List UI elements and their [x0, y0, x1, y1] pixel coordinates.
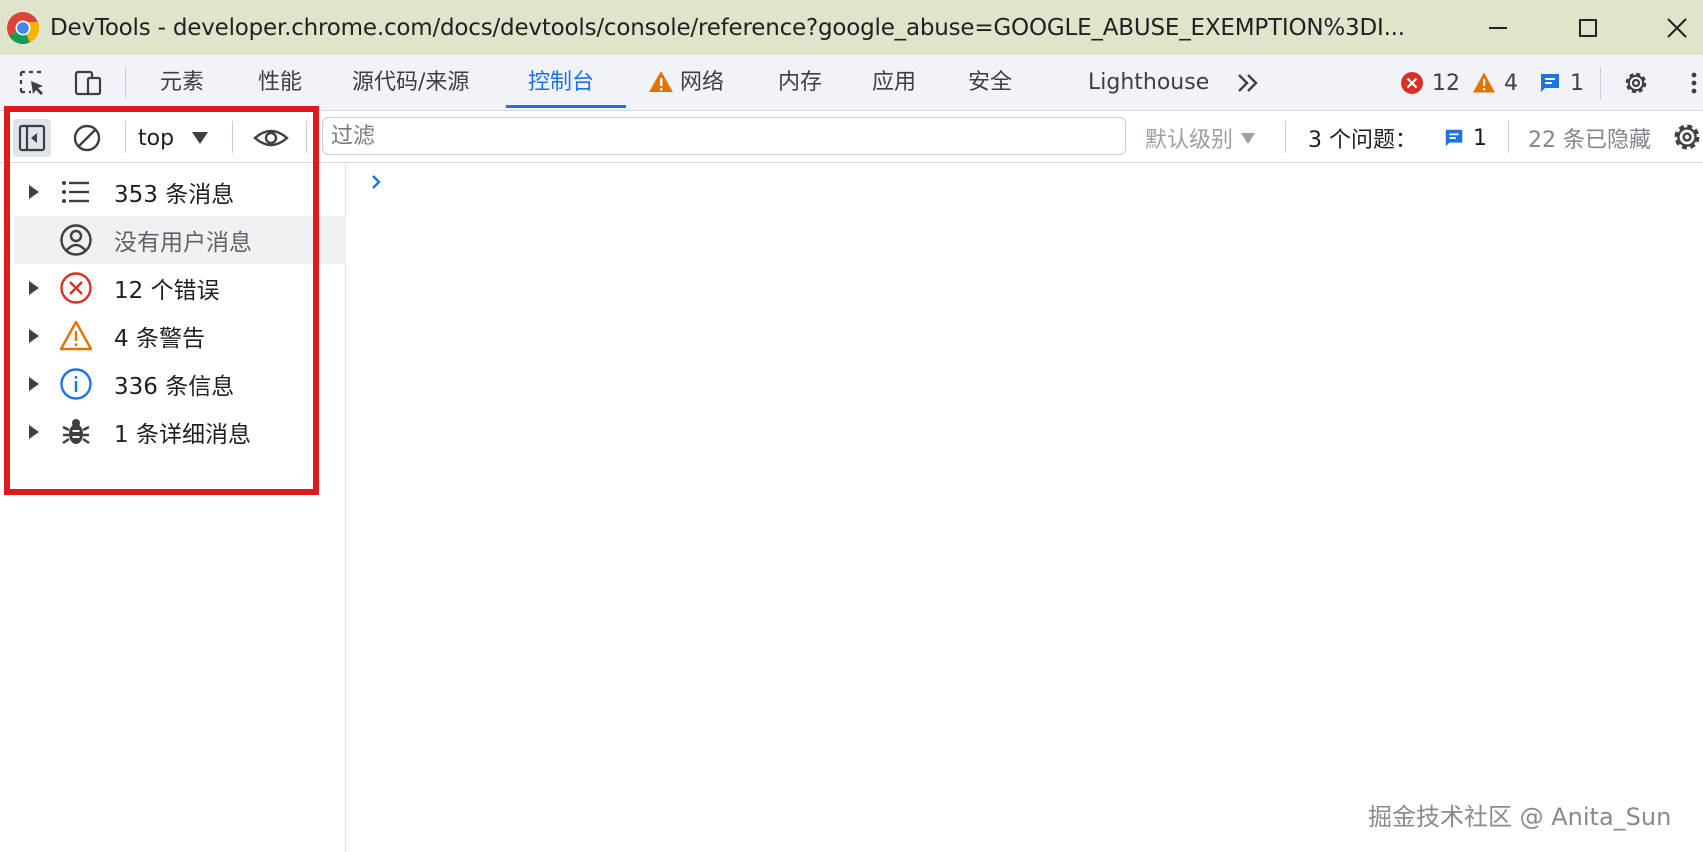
- context-selector[interactable]: top: [138, 119, 209, 157]
- issue-message-icon: [1541, 74, 1559, 92]
- issues-label: 3 个问题：: [1308, 128, 1417, 153]
- toolbar-divider-3: [306, 121, 307, 153]
- tab-performance[interactable]: 性能: [258, 55, 302, 111]
- log-levels-dropdown[interactable]: 默认级别: [1145, 119, 1256, 157]
- window-title: DevTools - developer.chrome.com/docs/dev…: [50, 14, 1405, 41]
- sidebar-item-verbose[interactable]: 1 条详细消息: [14, 408, 346, 456]
- sidebar-item-label: 12 个错误: [114, 278, 220, 304]
- close-window-button[interactable]: [1650, 0, 1703, 55]
- tab-memory[interactable]: 内存: [778, 55, 822, 111]
- info-icon: [58, 366, 94, 402]
- sidebar-item-user-messages[interactable]: 没有用户消息: [14, 216, 346, 264]
- more-tabs-button[interactable]: [1232, 67, 1264, 99]
- issues-link-count: 1: [1473, 125, 1487, 151]
- error-counter[interactable]: 12: [1400, 69, 1460, 97]
- minimize-button[interactable]: [1468, 0, 1528, 55]
- caret-down-icon: [192, 132, 209, 144]
- expand-arrow-icon[interactable]: [29, 281, 39, 295]
- warning-count: 4: [1504, 70, 1518, 96]
- tab-application[interactable]: 应用: [872, 55, 916, 111]
- active-tab-indicator: [506, 105, 626, 108]
- error-icon: [58, 270, 94, 306]
- maximize-icon: [1579, 18, 1597, 37]
- warning-counter[interactable]: 4: [1472, 69, 1518, 97]
- inspect-icon: [19, 70, 43, 95]
- context-value: top: [138, 125, 175, 151]
- console-prompt[interactable]: [368, 170, 388, 198]
- tab-lighthouse[interactable]: Lighthouse: [1088, 55, 1209, 111]
- inspect-element-button[interactable]: [16, 67, 48, 99]
- user-icon: [58, 222, 94, 258]
- gear-icon: [1674, 124, 1700, 150]
- expand-arrow-icon[interactable]: [29, 185, 39, 199]
- tab-network[interactable]: 网络: [680, 55, 724, 111]
- chrome-logo-icon: [7, 11, 40, 44]
- sidebar-item-warnings[interactable]: 4 条警告: [14, 312, 346, 360]
- chevron-right-icon: [372, 175, 381, 189]
- caret-down-icon: [1241, 132, 1256, 144]
- toolbar-divider-5: [1508, 121, 1509, 153]
- sidebar-toggle-icon: [18, 124, 46, 152]
- sidebar-item-label: 没有用户消息: [114, 230, 252, 256]
- expand-arrow-icon[interactable]: [29, 329, 39, 343]
- gear-icon: [1625, 72, 1647, 94]
- tab-sources[interactable]: 源代码/来源: [352, 55, 469, 111]
- issue-message-icon: [1445, 129, 1463, 147]
- sidebar-item-label: 4 条警告: [114, 326, 205, 352]
- sidebar-item-messages[interactable]: 353 条消息: [14, 168, 346, 216]
- devtools-tabbar: 元素 性能 源代码/来源 控制台 网络 内存 应用 安全 Lighthouse …: [0, 55, 1703, 111]
- console-settings-button[interactable]: [1670, 120, 1703, 154]
- sidebar-item-info[interactable]: 336 条信息: [14, 360, 346, 408]
- maximize-button[interactable]: [1558, 0, 1618, 55]
- sidebar-item-errors[interactable]: 12 个错误: [14, 264, 346, 312]
- issues-counter[interactable]: 1: [1538, 69, 1584, 97]
- tabbar-divider: [125, 67, 126, 99]
- window-titlebar: DevTools - developer.chrome.com/docs/dev…: [0, 0, 1703, 55]
- live-expression-button[interactable]: [250, 119, 292, 157]
- expand-arrow-placeholder: [29, 233, 39, 247]
- toggle-sidebar-button[interactable]: [13, 119, 51, 157]
- list-icon: [58, 174, 94, 210]
- clear-block-icon: [73, 124, 101, 152]
- sidebar-item-label: 336 条信息: [114, 374, 235, 400]
- bug-icon: [58, 414, 94, 450]
- more-options-button[interactable]: [1680, 67, 1703, 99]
- eye-icon: [253, 129, 289, 147]
- error-count: 12: [1432, 70, 1460, 96]
- console-toolbar: top 默认级别 3 个问题： 1 22 条已隐藏: [0, 111, 1703, 163]
- log-levels-value: 默认级别: [1145, 128, 1234, 153]
- console-sidebar: 353 条消息 没有用户消息 12 个错误 4 条警告 336 条信息 1 条详: [0, 163, 346, 852]
- error-icon: [1401, 72, 1423, 94]
- network-warning-icon: [648, 70, 674, 94]
- hidden-messages-count: 22 条已隐藏: [1528, 128, 1651, 153]
- toolbar-divider-4: [1285, 121, 1286, 153]
- device-icon: [74, 70, 102, 96]
- warning-icon: [58, 318, 94, 354]
- filter-input[interactable]: [322, 117, 1126, 155]
- watermark: 掘金技术社区 @ Anita_Sun: [1368, 803, 1672, 831]
- double-chevron-right-icon: [1238, 74, 1258, 92]
- sidebar-item-label: 353 条消息: [114, 182, 235, 208]
- tab-security[interactable]: 安全: [968, 55, 1012, 111]
- toolbar-divider: [125, 121, 126, 153]
- tab-elements[interactable]: 元素: [160, 55, 204, 111]
- clear-console-button[interactable]: [68, 119, 106, 157]
- expand-arrow-icon[interactable]: [29, 377, 39, 391]
- warning-icon: [1473, 72, 1495, 93]
- issues-count: 1: [1570, 70, 1584, 96]
- settings-button[interactable]: [1620, 67, 1652, 99]
- close-icon: [1666, 17, 1687, 38]
- tabbar-divider-right: [1600, 67, 1601, 99]
- toolbar-divider-2: [232, 121, 233, 153]
- expand-arrow-icon[interactable]: [29, 425, 39, 439]
- tab-console[interactable]: 控制台: [528, 55, 594, 111]
- sidebar-item-label: 1 条详细消息: [114, 422, 251, 448]
- kebab-menu-icon: [1691, 72, 1697, 94]
- device-toolbar-button[interactable]: [72, 67, 104, 99]
- minimize-icon: [1489, 26, 1507, 29]
- issues-link[interactable]: 3 个问题： 1: [1308, 119, 1487, 157]
